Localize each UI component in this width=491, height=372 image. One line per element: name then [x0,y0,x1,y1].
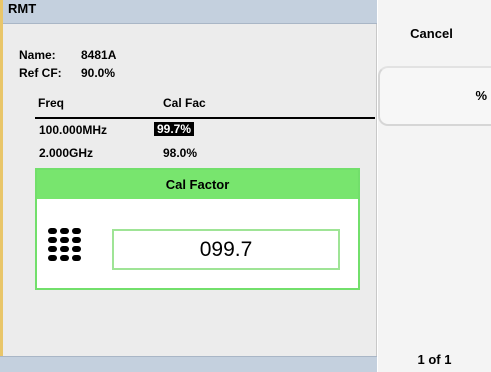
row-freq: 2.000GHz [39,146,94,160]
row-cal-fac[interactable]: 98.0% [163,146,197,160]
keypad-icon [48,228,84,268]
title-bar: RMT [0,0,377,24]
column-header-freq: Freq [38,96,65,110]
page-title: RMT [8,1,37,16]
page-indicator: 1 of 1 [417,352,452,367]
cancel-button[interactable]: Cancel [378,0,491,64]
softkey-column: Cancel % 1 of 1 [378,0,491,372]
dialog-title: Cal Factor [165,177,230,192]
percent-button[interactable]: % [378,66,491,126]
dialog-header: Cal Factor [37,170,358,199]
cal-factor-input[interactable]: 099.7 [112,229,340,270]
name-label: Name: [19,48,56,62]
status-bar [0,356,377,372]
column-header-cal-fac: Cal Fac [163,96,206,110]
row-cal-fac-selected[interactable]: 99.7% [154,122,195,136]
cal-factor-value: 099.7 [199,238,253,261]
cancel-button-label: Cancel [410,26,453,41]
name-value: 8481A [81,48,117,62]
table-divider [35,117,375,119]
cal-factor-dialog: Cal Factor 099.7 [35,168,360,290]
panel-edge-accent [0,0,3,372]
main-display-panel: RMT Name: 8481A Ref CF: 90.0% Freq Cal F… [0,0,377,372]
row-freq: 100.000MHz [39,123,108,137]
ref-cf-label: Ref CF: [19,66,62,80]
percent-button-label: % [475,88,487,103]
instrument-screen: RMT Name: 8481A Ref CF: 90.0% Freq Cal F… [0,0,491,372]
ref-cf-value: 90.0% [81,66,116,80]
